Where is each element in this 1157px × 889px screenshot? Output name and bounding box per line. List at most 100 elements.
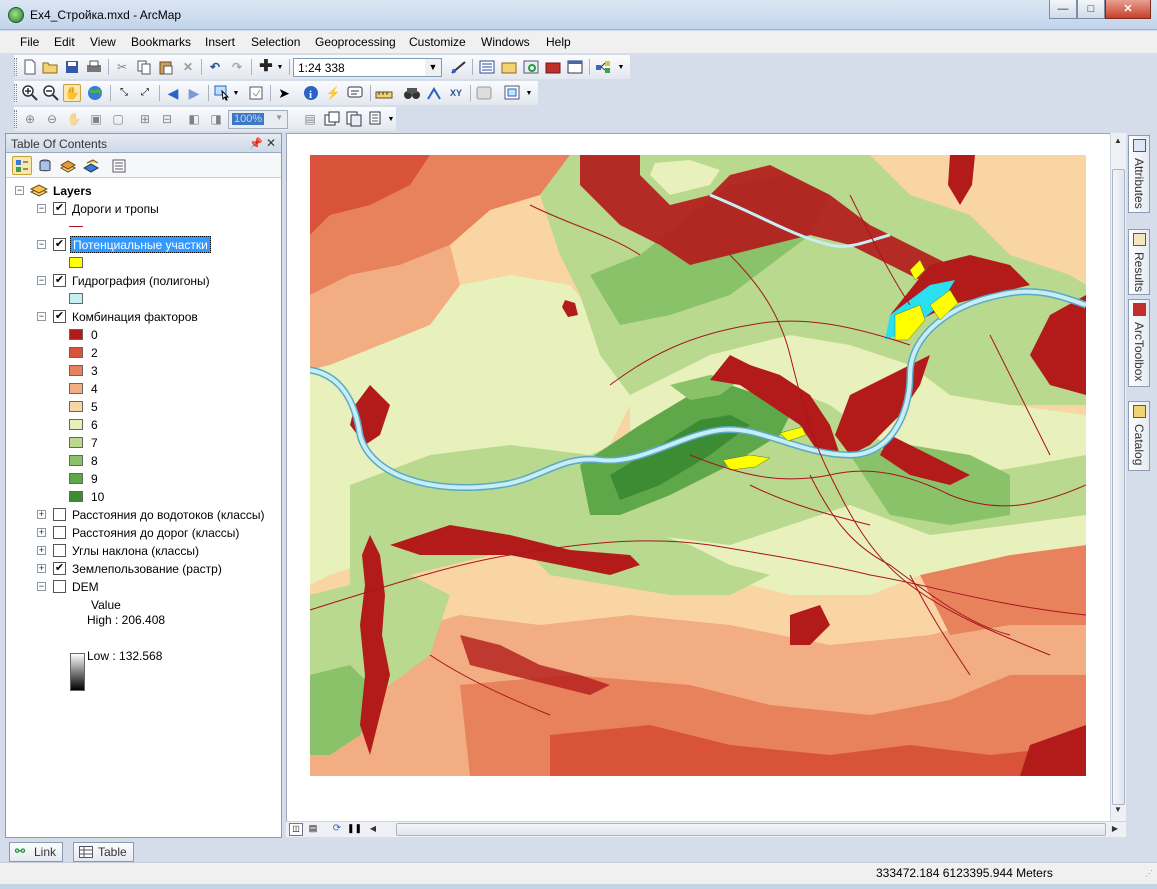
menu-edit[interactable]: Edit (54, 35, 75, 49)
arctoolbox-icon[interactable] (544, 58, 562, 76)
fixed-zoom-out-icon[interactable]: ⤢ (136, 84, 154, 102)
pan-hand-icon[interactable]: ✋ (63, 84, 81, 102)
zoom-100-percent-icon[interactable]: ▢ (109, 110, 127, 128)
layout-overflow-icon[interactable]: ▼ (386, 110, 396, 128)
toc-close-icon[interactable]: ✕ (266, 136, 276, 150)
menu-selection[interactable]: Selection (251, 35, 300, 49)
layout-view-icon[interactable]: ▤ (306, 823, 320, 836)
menu-bookmarks[interactable]: Bookmarks (131, 35, 191, 49)
pin-icon[interactable]: 📌 (249, 137, 263, 150)
list-by-visibility-icon[interactable] (58, 156, 78, 175)
html-popup-icon[interactable]: ⚡ (324, 84, 342, 102)
toc-layer-roads[interactable]: − ✔ Дороги и тропы (6, 200, 281, 218)
fixed-zoom-in-layout-icon[interactable]: ⊞ (136, 110, 154, 128)
layout-zoom-in-icon[interactable]: ⊕ (21, 110, 39, 128)
open-folder-icon[interactable] (41, 58, 59, 76)
layout-back-icon[interactable]: ◧ (185, 110, 203, 128)
collapse-icon[interactable]: − (37, 276, 46, 285)
select-dropdown-icon[interactable]: ▼ (231, 84, 241, 102)
layer-visibility-checkbox[interactable] (53, 508, 66, 521)
focus-data-frame-icon[interactable] (323, 110, 341, 128)
toc-layer-landuse[interactable]: + ✔ Землепользование (растр) (6, 560, 281, 578)
data-view-icon[interactable]: ◫ (289, 823, 303, 836)
search-window-icon[interactable] (522, 58, 540, 76)
expand-icon[interactable]: + (37, 528, 46, 537)
menu-file[interactable]: File (20, 35, 39, 49)
layout-zoom-combo[interactable]: 100% ▼ (228, 110, 288, 129)
catalog-dock-tab[interactable]: Catalog (1128, 401, 1150, 471)
refresh-icon[interactable]: ⟳ (330, 823, 344, 836)
model-builder-icon[interactable] (594, 58, 612, 76)
vertical-scroll-thumb[interactable] (1112, 169, 1125, 805)
scroll-right-arrow-icon[interactable]: ▶ (1108, 824, 1122, 833)
create-viewer-window-icon[interactable] (503, 84, 521, 102)
delete-icon[interactable]: ✕ (179, 58, 197, 76)
redo-icon[interactable]: ↷ (228, 58, 246, 76)
collapse-icon[interactable]: − (37, 582, 46, 591)
fixed-zoom-in-icon[interactable]: ⤡ (115, 84, 133, 102)
collapse-icon[interactable]: − (15, 186, 24, 195)
toc-layer-road-distance[interactable]: + Расстояния до дорог (классы) (6, 524, 281, 542)
scroll-down-arrow-icon[interactable]: ▼ (1111, 805, 1125, 814)
map-vertical-scrollbar[interactable]: ▲ ▼ (1110, 133, 1126, 822)
layout-pan-icon[interactable]: ✋ (65, 110, 83, 128)
map-scale-combo[interactable]: 1:24 338 ▼ (293, 58, 442, 77)
layer-visibility-checkbox[interactable]: ✔ (53, 274, 66, 287)
copy-icon[interactable] (135, 58, 153, 76)
link-tab[interactable]: ⚯ Link (9, 842, 64, 862)
map-display[interactable] (286, 133, 1126, 822)
list-by-selection-icon[interactable] (81, 156, 101, 175)
collapse-icon[interactable]: − (37, 204, 46, 213)
full-extent-globe-icon[interactable] (86, 84, 104, 102)
menu-insert[interactable]: Insert (205, 35, 235, 49)
resize-grip-icon[interactable]: ⋰ (1145, 869, 1153, 878)
map-canvas[interactable] (310, 155, 1086, 776)
layer-visibility-checkbox[interactable]: ✔ (53, 238, 66, 251)
editor-toolbar-icon[interactable] (450, 58, 468, 76)
close-button[interactable]: ✕ (1105, 0, 1151, 19)
clear-selection-icon[interactable] (247, 84, 265, 102)
minimize-button[interactable]: — (1049, 0, 1077, 19)
scroll-up-arrow-icon[interactable]: ▲ (1111, 136, 1125, 145)
results-dock-tab[interactable]: Results (1128, 229, 1150, 295)
layout-forward-icon[interactable]: ◨ (207, 110, 225, 128)
arcmap-app-icon[interactable] (8, 7, 24, 23)
binoculars-icon[interactable] (403, 84, 421, 102)
toolbar-overflow-icon[interactable]: ▼ (616, 58, 626, 76)
measure-icon[interactable] (375, 84, 393, 102)
expand-icon[interactable]: + (37, 564, 46, 573)
layer-visibility-checkbox[interactable] (53, 580, 66, 593)
fixed-zoom-out-layout-icon[interactable]: ⊟ (158, 110, 176, 128)
list-by-drawing-order-icon[interactable] (12, 156, 32, 175)
layer-visibility-checkbox[interactable] (53, 526, 66, 539)
toggle-draft-mode-icon[interactable]: ▤ (301, 110, 319, 128)
layout-zoom-dropdown-icon[interactable]: ▼ (273, 113, 285, 122)
expand-icon[interactable]: + (37, 546, 46, 555)
tools-overflow-icon[interactable]: ▼ (524, 84, 534, 102)
list-by-source-icon[interactable] (35, 156, 55, 175)
select-features-icon[interactable] (213, 84, 231, 102)
expand-icon[interactable]: + (37, 510, 46, 519)
layer-visibility-checkbox[interactable]: ✔ (53, 310, 66, 323)
menu-view[interactable]: View (90, 35, 116, 49)
toc-layer-slope[interactable]: + Углы наклона (классы) (6, 542, 281, 560)
toc-layer-potential-sites[interactable]: − ✔ Потенциальные участки (6, 236, 281, 254)
pause-drawing-icon[interactable]: ❚❚ (347, 823, 362, 836)
maximize-button[interactable]: □ (1077, 0, 1105, 19)
add-data-dropdown-icon[interactable]: ▼ (275, 58, 285, 76)
collapse-icon[interactable]: − (37, 240, 46, 249)
print-icon[interactable] (85, 58, 103, 76)
cut-icon[interactable]: ✂ (113, 58, 131, 76)
find-route-icon[interactable] (425, 84, 443, 102)
horizontal-scroll-thumb[interactable] (396, 823, 1106, 836)
save-icon[interactable] (63, 58, 81, 76)
title-bar[interactable]: Ex4_Стройка.mxd - ArcMap — □ ✕ (0, 0, 1157, 30)
zoom-in-icon[interactable] (21, 84, 39, 102)
map-horizontal-scrollbar[interactable]: ◫ ▤ ⟳ ❚❚ ◀ ▶ (286, 821, 1126, 837)
scroll-left-arrow-icon[interactable]: ◀ (366, 824, 380, 833)
layer-visibility-checkbox[interactable]: ✔ (53, 562, 66, 575)
table-of-contents-icon[interactable] (478, 58, 496, 76)
find-icon[interactable] (346, 84, 364, 102)
toc-layer-dem[interactable]: − DEM (6, 578, 281, 596)
undo-icon[interactable]: ↶ (206, 58, 224, 76)
